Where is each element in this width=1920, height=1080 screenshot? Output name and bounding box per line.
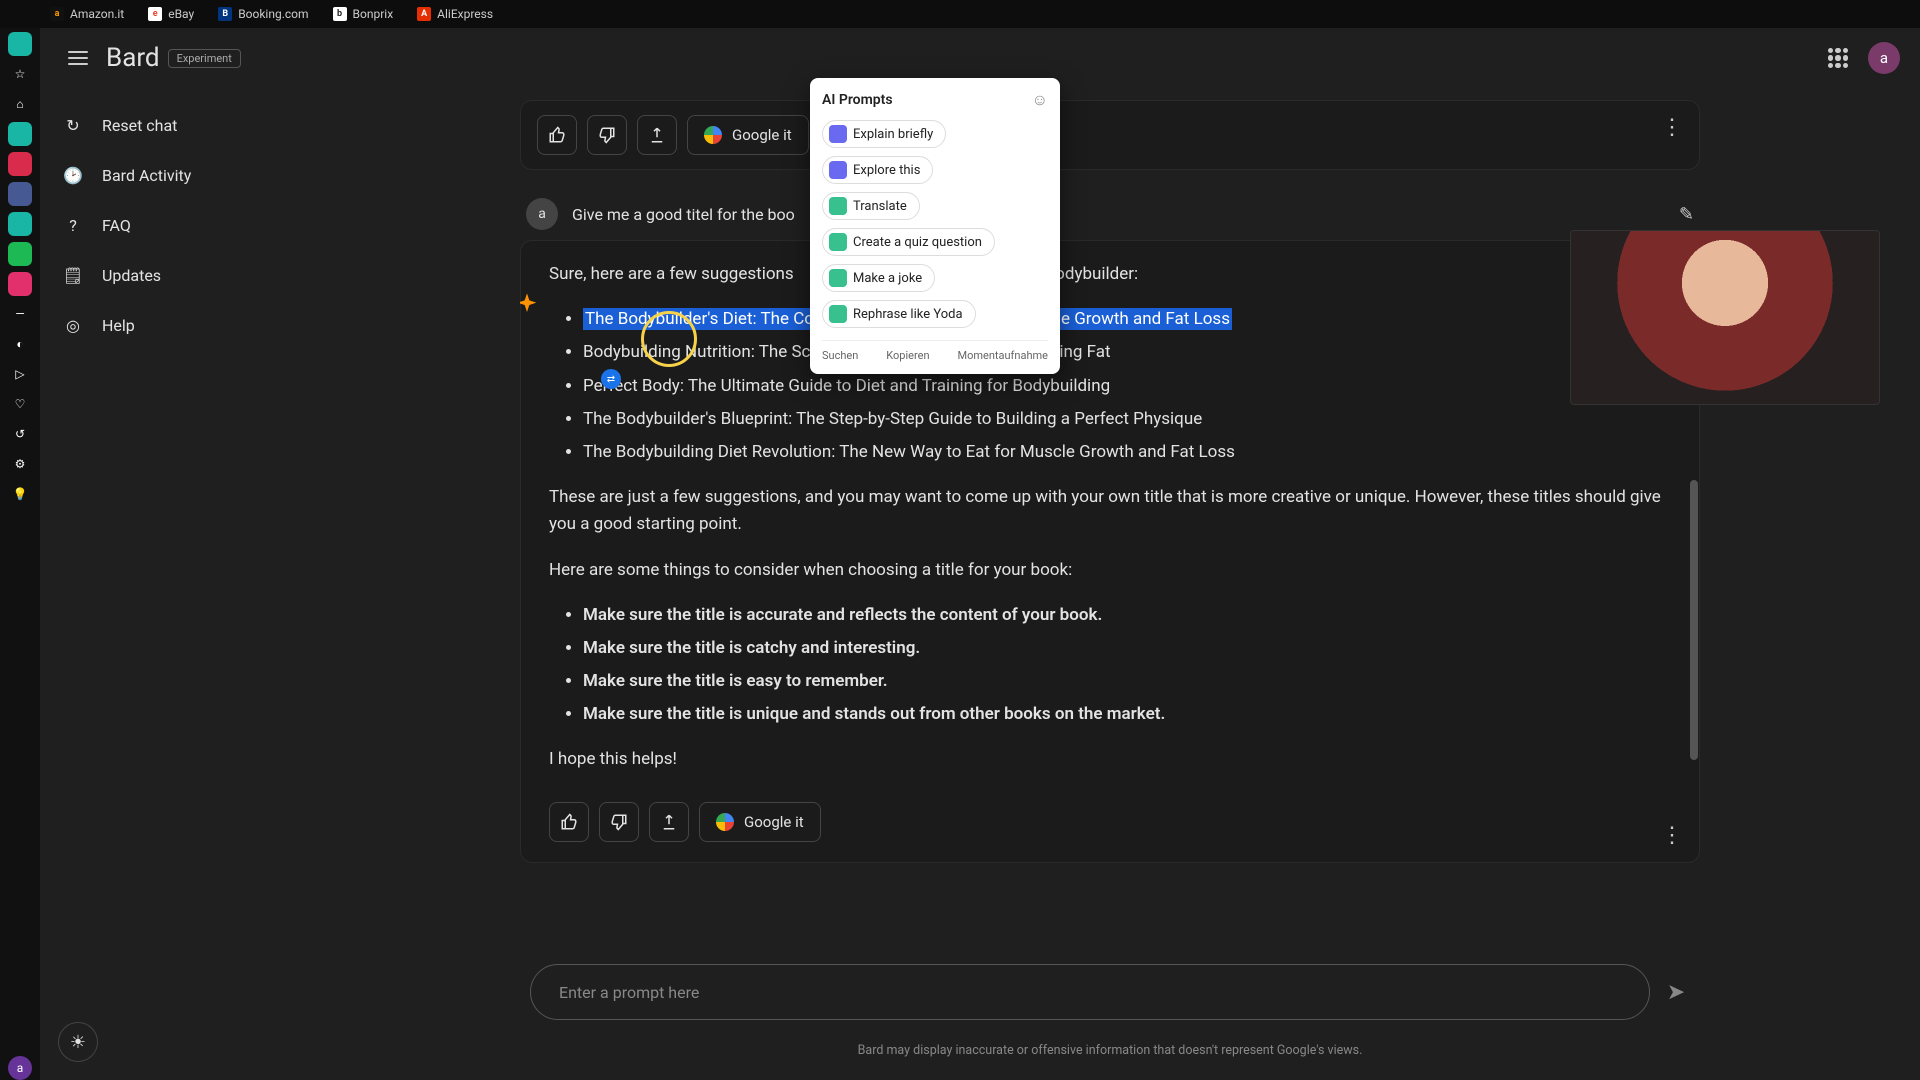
updates-icon: 🗒	[62, 264, 84, 286]
title-suggestion: The Bodybuilding Diet Revolution: The Ne…	[583, 439, 1671, 466]
bookmark-booking[interactable]: BBooking.com	[218, 7, 308, 21]
rail-icon[interactable]	[8, 242, 32, 266]
nav-faq[interactable]: ?FAQ	[40, 200, 320, 250]
bookmark-bonprix[interactable]: bBonprix	[333, 7, 394, 21]
title-suggestion: Perfect Body: The Ultimate Guide to Diet…	[583, 373, 1671, 400]
user-message: a Give me a good titel for the boo ✎	[520, 188, 1700, 240]
rail-icon[interactable]	[8, 122, 32, 146]
emoji-icon[interactable]: ☺	[1032, 90, 1048, 110]
ai-popup-title: AI Prompts	[822, 92, 893, 108]
rail-history-icon[interactable]: ↺	[8, 422, 32, 446]
clock-icon: 🕑	[62, 164, 84, 186]
rail-icon[interactable]	[8, 182, 32, 206]
user-avatar-small: a	[526, 198, 558, 230]
life-ring-icon: ◎	[62, 314, 84, 336]
google-apps-icon[interactable]	[1828, 48, 1848, 68]
tip-item: Make sure the title is catchy and intere…	[583, 635, 1671, 662]
disclaimer-text: Bard may display inaccurate or offensive…	[520, 1043, 1700, 1058]
rail-gear-icon[interactable]: ⚙	[8, 452, 32, 476]
share-button[interactable]	[649, 802, 689, 842]
reset-icon: ↻	[62, 114, 84, 136]
tip-item: Make sure the title is easy to remember.	[583, 668, 1671, 695]
ai-pill-quiz[interactable]: Create a quiz question	[822, 228, 995, 256]
tip-item: Make sure the title is unique and stands…	[583, 701, 1671, 728]
bard-spark-icon	[520, 291, 541, 319]
browser-side-rail: ☆ ⌂ — ◐ ▷ ♡ ↺ ⚙ 💡 a	[0, 28, 40, 1080]
rail-home-icon[interactable]: ⌂	[8, 92, 32, 116]
ai-foot-snapshot[interactable]: Momentaufnahme	[957, 349, 1048, 362]
rail-clock-icon[interactable]: ◐	[8, 332, 32, 356]
tip-item: Make sure the title is accurate and refl…	[583, 602, 1671, 629]
ai-pill-yoda[interactable]: Rephrase like Yoda	[822, 300, 976, 328]
response-paragraph: These are just a few suggestions, and yo…	[549, 484, 1671, 538]
ai-foot-search[interactable]: Suchen	[822, 349, 858, 362]
thumbs-up-button[interactable]	[537, 115, 577, 155]
rail-icon[interactable]	[8, 272, 32, 296]
thumbs-down-button[interactable]	[587, 115, 627, 155]
rail-bulb-icon[interactable]: 💡	[8, 482, 32, 506]
brand-title: Bard	[106, 43, 160, 73]
thumbs-up-button[interactable]	[549, 802, 589, 842]
google-icon	[704, 126, 722, 144]
google-it-button[interactable]: Google it	[687, 115, 809, 155]
response-paragraph: Here are some things to consider when ch…	[549, 557, 1671, 584]
rail-icon[interactable]	[8, 212, 32, 236]
thumbs-down-button[interactable]	[599, 802, 639, 842]
rail-icon[interactable]: —	[8, 302, 32, 326]
rail-heart-icon[interactable]: ♡	[8, 392, 32, 416]
prompt-input-bar: Enter a prompt here ➤	[520, 964, 1700, 1020]
translate-badge-icon[interactable]: ⇄	[601, 369, 621, 389]
bookmark-amazon[interactable]: aAmazon.it	[50, 7, 124, 21]
more-menu-button[interactable]: ⋮	[1661, 115, 1683, 140]
nav-reset-chat[interactable]: ↻Reset chat	[40, 100, 320, 150]
title-suggestion: Bodybuilding Nutrition: The Science of B…	[583, 339, 1671, 366]
feedback-card: Google it ⋮	[520, 100, 1700, 170]
hamburger-menu[interactable]	[60, 40, 96, 76]
more-menu-button[interactable]: ⋮	[1661, 823, 1683, 848]
nav-updates[interactable]: 🗒Updates	[40, 250, 320, 300]
google-it-button[interactable]: Google it	[699, 802, 821, 842]
share-button[interactable]	[637, 115, 677, 155]
bookmarks-bar: aAmazon.it eeBay BBooking.com bBonprix A…	[0, 0, 1920, 28]
ai-pill-translate[interactable]: Translate	[822, 192, 920, 220]
bookmark-ebay[interactable]: eeBay	[148, 7, 194, 21]
title-suggestion: The Bodybuilder's Blueprint: The Step-by…	[583, 406, 1671, 433]
bookmark-aliexpress[interactable]: AAliExpress	[417, 7, 493, 21]
ai-pill-explore[interactable]: Explore this	[822, 156, 933, 184]
chat-main: Google it ⋮ a Give me a good titel for t…	[520, 100, 1700, 1080]
theme-toggle[interactable]: ☀	[58, 1022, 98, 1062]
ai-prompts-popup: AI Prompts ☺ Explain briefly Explore thi…	[810, 78, 1060, 374]
user-prompt-text: Give me a good titel for the boo	[572, 205, 795, 224]
ai-foot-copy[interactable]: Kopieren	[886, 349, 929, 362]
prompt-input[interactable]: Enter a prompt here	[530, 964, 1650, 1020]
response-intro: Sure, here are a few suggestions e diet …	[549, 261, 1671, 288]
rail-icon[interactable]	[8, 152, 32, 176]
rail-play-icon[interactable]: ▷	[8, 362, 32, 386]
nav-help[interactable]: ◎Help	[40, 300, 320, 350]
rail-avatar[interactable]: a	[8, 1056, 32, 1080]
nav-bard-activity[interactable]: 🕑Bard Activity	[40, 150, 320, 200]
rail-icon[interactable]	[8, 32, 32, 56]
title-suggestion: The Bodybuilder's Diet: The Complete Gui…	[583, 306, 1671, 333]
response-card: View oth ⋮ ⇄ Sure, here are a few sugges…	[520, 240, 1700, 863]
edit-prompt-button[interactable]: ✎	[1679, 204, 1694, 225]
response-outro: I hope this helps!	[549, 746, 1671, 773]
scrollbar[interactable]	[1690, 480, 1698, 760]
ai-pill-joke[interactable]: Make a joke	[822, 264, 935, 292]
webcam-overlay	[1570, 230, 1880, 405]
ai-pill-explain[interactable]: Explain briefly	[822, 120, 946, 148]
experiment-badge: Experiment	[168, 49, 241, 68]
rail-star-icon[interactable]: ☆	[8, 62, 32, 86]
send-button[interactable]: ➤	[1662, 978, 1690, 1006]
side-navigation: ↻Reset chat 🕑Bard Activity ?FAQ 🗒Updates…	[40, 100, 320, 350]
google-icon	[716, 813, 734, 831]
user-avatar[interactable]: a	[1868, 42, 1900, 74]
help-icon: ?	[62, 214, 84, 236]
